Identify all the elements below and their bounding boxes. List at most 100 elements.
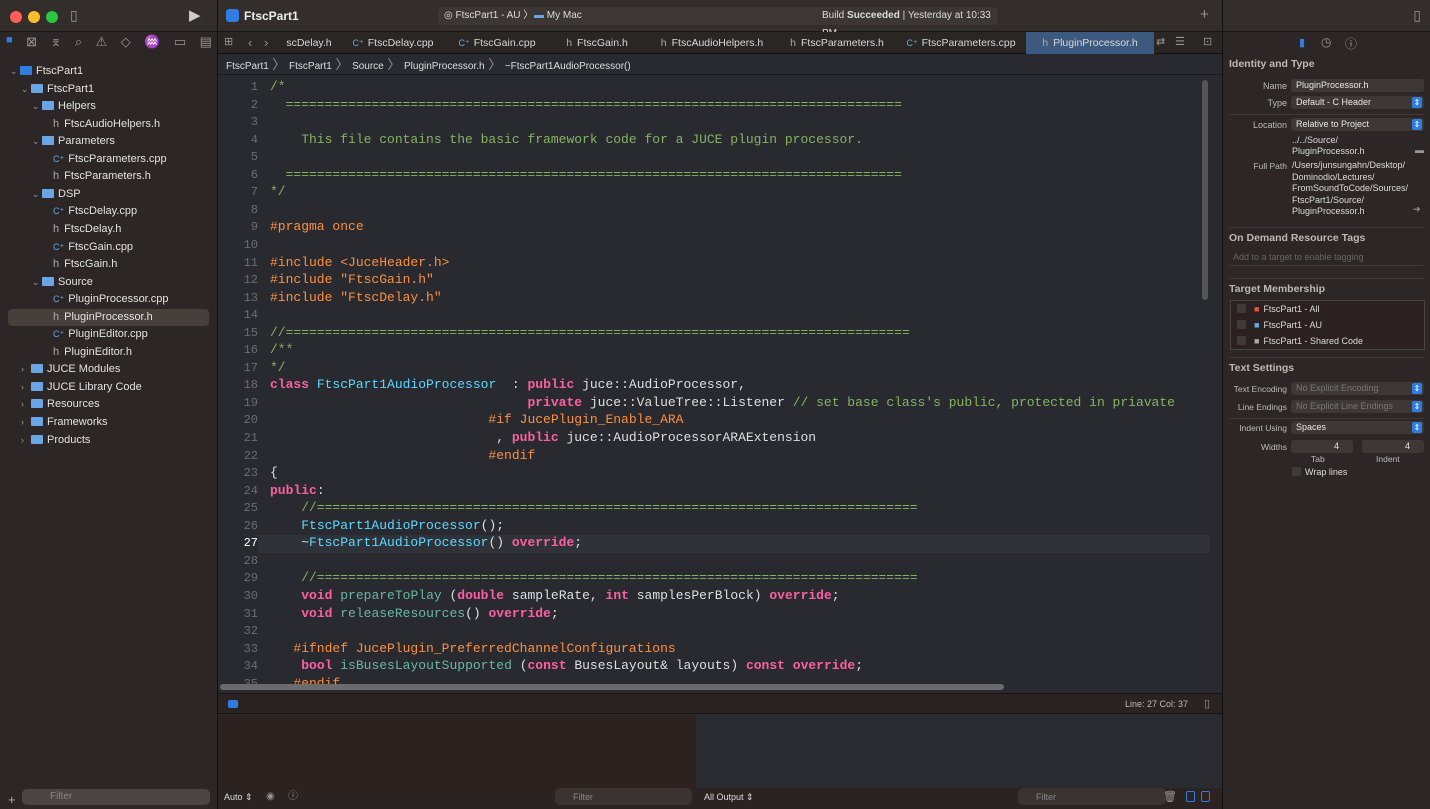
code-line[interactable]: This file contains the basic framework c…	[270, 132, 863, 147]
target-checkbox[interactable]	[1237, 320, 1246, 329]
code-line[interactable]: #include "FtscDelay.h"	[270, 290, 442, 305]
target-item[interactable]: ■ FtscPart1 - Shared Code	[1231, 333, 1424, 349]
code-line[interactable]: bool isBusesLayoutSupported (const Buses…	[270, 658, 863, 673]
chevron-down-icon[interactable]: ⌄	[10, 63, 20, 80]
tab-ftscgain-cpp[interactable]: C⁺ FtscGain.cpp	[448, 32, 546, 54]
editor-options-icon[interactable]: ☰	[1175, 35, 1185, 48]
device-icon[interactable]: ▯	[1204, 697, 1210, 710]
code-line[interactable]: {	[270, 465, 278, 480]
code-line[interactable]: */	[270, 184, 286, 199]
project-navigator-icon[interactable]: ■	[6, 34, 13, 52]
warning-icon[interactable]: ⚠	[96, 34, 108, 52]
chevron-right-icon[interactable]: ›	[21, 361, 31, 378]
indent-using-popup[interactable]: Spaces	[1291, 421, 1424, 434]
encoding-popup[interactable]: No Explicit Encoding	[1291, 382, 1424, 395]
code-line[interactable]: */	[270, 360, 286, 375]
breadcrumb-item[interactable]: ~FtscPart1AudioProcessor()	[505, 61, 631, 72]
code-line[interactable]: #include <JuceHeader.h>	[270, 255, 449, 270]
code-line[interactable]: #include "FtscGain.h"	[270, 272, 434, 287]
breakpoint-icon[interactable]: ▭	[174, 34, 186, 52]
tree-item[interactable]: C⁺ FtscDelay.cpp	[8, 203, 209, 220]
chevron-right-icon[interactable]: ›	[21, 432, 31, 449]
inspector-toggle-icon[interactable]: ▯	[1413, 7, 1421, 24]
code-line[interactable]: //======================================…	[270, 500, 917, 515]
tree-item[interactable]: › Frameworks	[8, 414, 209, 431]
back-button[interactable]: ‹	[248, 35, 252, 50]
minimize-window-button[interactable]	[28, 11, 40, 23]
tree-item[interactable]: › JUCE Modules	[8, 361, 209, 378]
chevron-down-icon[interactable]: ⌄	[32, 274, 42, 291]
add-icon[interactable]: +	[8, 792, 16, 807]
location-popup[interactable]: Relative to Project	[1291, 118, 1424, 131]
target-checkbox[interactable]	[1237, 336, 1246, 345]
code-line[interactable]: //======================================…	[270, 325, 910, 340]
wrap-lines-checkbox[interactable]: Wrap lines	[1292, 467, 1347, 477]
vertical-scrollbar[interactable]	[1202, 80, 1208, 300]
tree-item[interactable]: h FtscParameters.h	[8, 168, 209, 185]
chevron-right-icon[interactable]: ›	[21, 396, 31, 413]
code-line[interactable]: private juce::ValueTree::Listener // set…	[270, 395, 1175, 410]
tab-scdelay-h[interactable]: scDelay.h	[280, 32, 338, 54]
sidebar-toggle-icon[interactable]: ▯	[70, 7, 78, 24]
eye-icon[interactable]: ◉	[266, 788, 275, 806]
code-line[interactable]: /**	[270, 342, 293, 357]
related-items-icon[interactable]: ⇄	[1156, 35, 1165, 48]
code-line[interactable]: #endif	[270, 448, 535, 463]
tree-item[interactable]: ⌄ Parameters	[8, 133, 209, 150]
code-line[interactable]: public:	[270, 483, 325, 498]
variables-filter-input[interactable]: Filter	[555, 788, 692, 805]
breadcrumb-item[interactable]: FtscPart1	[289, 61, 332, 72]
code-line[interactable]: void prepareToPlay (double sampleRate, i…	[270, 588, 839, 603]
source-control-icon[interactable]: ⊠	[26, 34, 37, 52]
tab-ftscparameters-cpp[interactable]: C⁺ FtscParameters.cpp	[898, 32, 1024, 54]
close-window-button[interactable]	[10, 11, 22, 23]
auto-selector[interactable]: Auto ⇕	[224, 788, 253, 806]
code-line[interactable]: #if JucePlugin_Enable_ARA	[270, 412, 683, 427]
source-editor[interactable]: 1 /* 2 ===================================…	[218, 78, 1210, 684]
code-line[interactable]: , public juce::AudioProcessorARAExtensio…	[270, 430, 816, 445]
debug-area-toggle[interactable]	[228, 700, 238, 708]
tab-ftscparameters-h[interactable]: h FtscParameters.h	[778, 32, 896, 54]
tree-item[interactable]: h PluginProcessor.h	[8, 308, 209, 326]
indent-width-stepper[interactable]: 4	[1362, 440, 1424, 453]
tree-item[interactable]: C⁺ FtscGain.cpp	[8, 239, 209, 256]
code-line[interactable]: class FtscPart1AudioProcessor : public j…	[270, 377, 746, 392]
chevron-right-icon[interactable]: ›	[21, 414, 31, 431]
code-line[interactable]: FtscPart1AudioProcessor();	[270, 518, 504, 533]
chevron-down-icon[interactable]: ⌄	[32, 186, 42, 203]
tree-item[interactable]: C⁺ PluginProcessor.cpp	[8, 291, 209, 308]
grid-icon[interactable]: ⊞	[224, 35, 233, 48]
chevron-down-icon[interactable]: ⌄	[21, 81, 31, 98]
code-line[interactable]: void releaseResources() override;	[270, 606, 559, 621]
tree-item[interactable]: ⌄ FtscPart1	[8, 63, 209, 80]
info-icon[interactable]: ⓘ	[288, 788, 298, 806]
tree-item[interactable]: h FtscDelay.h	[8, 221, 209, 238]
navigator-filter-input[interactable]: Filter	[22, 789, 210, 805]
chevron-right-icon[interactable]: ›	[21, 379, 31, 396]
tree-item[interactable]: h PluginEditor.h	[8, 344, 209, 361]
tree-item[interactable]: › Resources	[8, 396, 209, 413]
tab-width-stepper[interactable]: 4	[1291, 440, 1353, 453]
tree-item[interactable]: ⌄ DSP	[8, 186, 209, 203]
output-selector[interactable]: All Output ⇕	[704, 788, 754, 806]
tree-item[interactable]: › Products	[8, 432, 209, 449]
tab-pluginprocessor-h[interactable]: h PluginProcessor.h	[1026, 32, 1154, 54]
show-console-toggle[interactable]	[1201, 791, 1210, 802]
folder-icon[interactable]: ▬	[1415, 145, 1424, 155]
code-line[interactable]: #pragma once	[270, 219, 364, 234]
code-line[interactable]: #endif	[270, 676, 340, 684]
tree-item[interactable]: ⌄ Helpers	[8, 98, 209, 115]
forward-button[interactable]: ›	[264, 35, 268, 50]
add-tab-button[interactable]: +	[1200, 6, 1209, 23]
history-icon[interactable]: ◷	[1321, 35, 1331, 49]
tab-ftscdelay-cpp[interactable]: C⁺ FtscDelay.cpp	[340, 32, 446, 54]
search-icon[interactable]: ⌕	[75, 34, 82, 52]
tree-item[interactable]: C⁺ FtscParameters.cpp	[8, 151, 209, 168]
name-field[interactable]: PluginProcessor.h	[1291, 79, 1424, 92]
horizontal-scrollbar[interactable]	[220, 684, 1004, 690]
file-inspector-icon[interactable]: ▮	[1299, 36, 1305, 49]
chevron-down-icon[interactable]: ⌄	[32, 133, 42, 150]
chevron-down-icon[interactable]: ⌄	[32, 98, 42, 115]
target-item[interactable]: ■ FtscPart1 - AU	[1231, 317, 1424, 333]
debug-icon[interactable]: ♒	[144, 34, 160, 52]
